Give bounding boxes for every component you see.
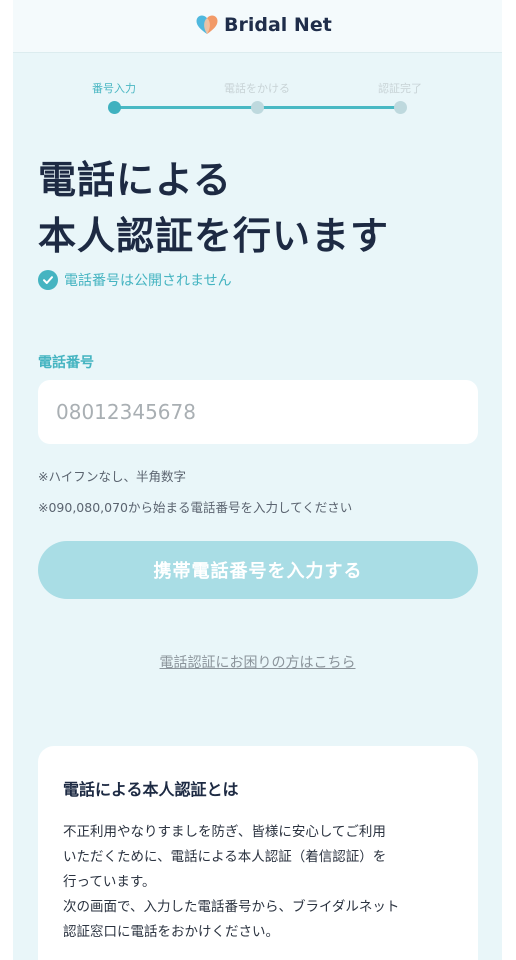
- info-line: 行っています。: [63, 874, 156, 890]
- page-title: 電話による 本人認証を行います: [38, 152, 389, 264]
- page-title-line-1: 電話による: [38, 158, 232, 202]
- info-card-title: 電話による本人認証とは: [63, 780, 239, 799]
- brand-name: Bridal Net: [224, 14, 332, 36]
- phone-number-input[interactable]: [38, 380, 478, 444]
- step-label-complete: 認証完了: [378, 82, 422, 95]
- hint-format: ※ハイフンなし、半角数字: [38, 469, 186, 484]
- hint-prefix: ※090,080,070から始まる電話番号を入力してください: [38, 500, 353, 515]
- step-dot-3: [394, 101, 407, 114]
- info-line: 次の画面で、入力した電話番号から、ブライダルネット: [63, 899, 400, 915]
- step-label-make-call: 電話をかける: [224, 82, 290, 95]
- step-dot-2: [251, 101, 264, 114]
- phone-field-label: 電話番号: [38, 355, 94, 371]
- step-dot-1: [108, 101, 121, 114]
- privacy-notice: 電話番号は公開されません: [38, 270, 232, 290]
- step-label-input-number: 番号入力: [92, 82, 136, 95]
- brand-logo[interactable]: Bridal Net: [195, 13, 332, 37]
- page-title-line-2: 本人認証を行います: [38, 214, 390, 258]
- app-frame: Bridal Net 番号入力 電話をかける 認証完了 電話による 本人認証を行…: [13, 0, 502, 960]
- check-circle-icon: [38, 270, 58, 290]
- info-card-body: 不正利用やなりすましを防ぎ、皆様に安心してご利用 いただくために、電話による本人…: [63, 820, 463, 945]
- privacy-notice-text: 電話番号は公開されません: [64, 273, 232, 289]
- info-line: 不正利用やなりすましを防ぎ、皆様に安心してご利用: [63, 824, 386, 840]
- header: Bridal Net: [13, 0, 502, 53]
- info-line: 認証窓口に電話をおかけください。: [63, 924, 279, 940]
- help-link[interactable]: 電話認証にお困りの方はこちら: [13, 652, 502, 672]
- info-card: 電話による本人認証とは 不正利用やなりすましを防ぎ、皆様に安心してご利用 いただ…: [38, 746, 478, 960]
- submit-phone-button[interactable]: 携帯電話番号を入力する: [38, 541, 478, 599]
- info-line: いただくために、電話による本人認証（着信認証）を: [63, 849, 387, 865]
- heart-logo-icon: [196, 15, 218, 34]
